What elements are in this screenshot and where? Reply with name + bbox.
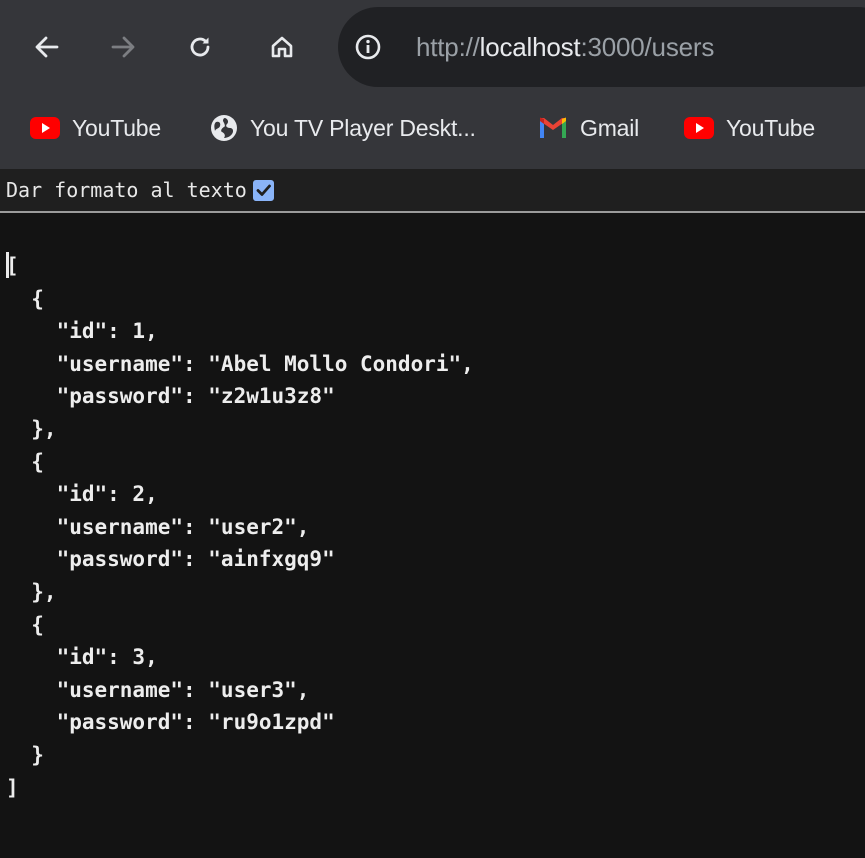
bookmark-gmail[interactable]: Gmail (538, 95, 639, 161)
browser-toolbar: http://localhost:3000/users (0, 0, 865, 95)
json-line: "password": "ainfxgq9" (6, 547, 335, 572)
json-line: "username": "user2", (6, 514, 310, 539)
json-line: "id": 3, (6, 645, 158, 670)
json-line: { (6, 286, 44, 311)
gmail-icon (540, 117, 566, 138)
json-line: { (6, 449, 44, 474)
bookmark-youtube[interactable]: YouTube (30, 95, 161, 161)
json-line: }, (6, 579, 57, 604)
arrow-left-icon (35, 36, 59, 58)
pretty-print-label: Dar formato al texto (6, 178, 247, 202)
bookmark-label: YouTube (72, 114, 161, 141)
youtube-icon (684, 117, 714, 139)
address-bar[interactable]: http://localhost:3000/users (338, 7, 865, 87)
bookmarks-bar: YouTube You TV Player Deskt... Gmail You… (0, 95, 865, 169)
checkmark-icon (256, 184, 271, 196)
bookmark-label: You TV Player Deskt... (250, 114, 476, 141)
url-host: localhost (479, 32, 581, 62)
back-button[interactable] (27, 27, 67, 67)
json-line: "password": "z2w1u3z8" (6, 384, 335, 409)
json-line: ] (6, 775, 19, 800)
reload-icon (190, 37, 210, 57)
bookmark-youtv-player[interactable]: You TV Player Deskt... (210, 95, 476, 161)
home-button[interactable] (262, 27, 302, 67)
json-line: "id": 2, (6, 482, 158, 507)
bookmark-label: YouTube (726, 114, 815, 141)
json-line: } (6, 742, 44, 767)
youtube-icon (30, 117, 60, 139)
home-icon (271, 36, 293, 58)
info-icon (355, 34, 381, 60)
json-line: }, (6, 416, 57, 441)
url-scheme: http:// (416, 32, 480, 62)
bookmark-youtube[interactable]: YouTube (684, 95, 815, 161)
url-text[interactable]: http://localhost:3000/users (416, 7, 714, 87)
bookmark-label: Gmail (580, 114, 640, 141)
site-info-button[interactable] (352, 31, 384, 63)
pretty-print-checkbox[interactable] (252, 179, 274, 201)
globe-icon (211, 115, 237, 141)
json-content: [ { "id": 1, "username": "Abel Mollo Con… (6, 250, 474, 804)
json-line: "username": "Abel Mollo Condori", (6, 351, 474, 376)
json-line: "id": 1, (6, 319, 158, 344)
pretty-print-toggle[interactable]: Dar formato al texto (6, 169, 274, 211)
url-path: :3000/users (580, 32, 715, 62)
json-line: "username": "user3", (6, 677, 310, 702)
pretty-print-bar: Dar formato al texto (0, 169, 865, 213)
json-line: [ (6, 254, 19, 278)
json-line: "password": "ru9o1zpd" (6, 710, 335, 735)
arrow-right-icon (111, 36, 135, 58)
reload-button[interactable] (180, 27, 220, 67)
forward-button[interactable] (103, 27, 143, 67)
browser-window: http://localhost:3000/users YouTube You … (0, 0, 865, 858)
json-line: { (6, 612, 44, 637)
